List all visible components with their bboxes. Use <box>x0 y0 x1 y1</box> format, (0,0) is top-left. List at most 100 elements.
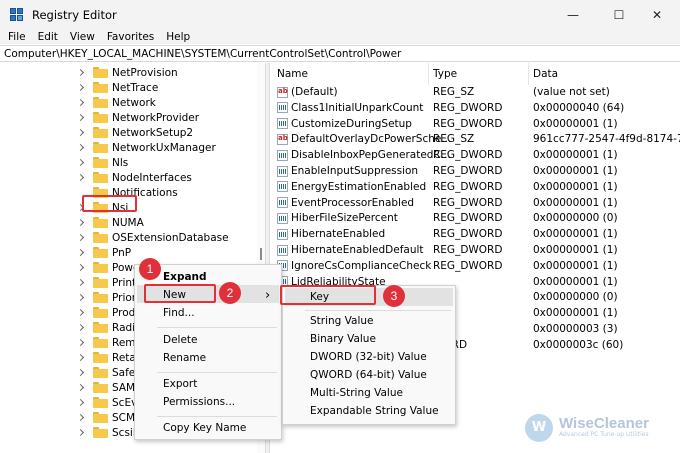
tree-item[interactable]: Network <box>0 95 156 110</box>
value-row[interactable]: CustomizeDuringSetup REG_DWORD 0x00000001 … <box>270 116 680 132</box>
tree-item[interactable]: Produ <box>0 305 142 320</box>
chevron-right-icon[interactable] <box>77 354 85 362</box>
chevron-right-icon[interactable] <box>77 294 85 302</box>
tree-item[interactable]: NodeInterfaces <box>0 170 192 185</box>
registry-editor-icon <box>10 8 24 22</box>
tree-item[interactable]: NetworkUxManager <box>0 140 216 155</box>
menu-favorites[interactable]: Favorites <box>101 31 160 43</box>
submenu-item-multi-string-value[interactable]: Multi-String Value <box>310 384 403 402</box>
column-header-type[interactable]: Type <box>433 68 457 80</box>
minimize-button[interactable]: — <box>550 0 596 30</box>
value-row[interactable]: EnableInputSuppression REG_DWORD 0x0000000… <box>270 163 680 179</box>
value-row[interactable]: DisableInboxPepGeneratedC... REG_DWORD 0x0… <box>270 147 680 163</box>
tree-item[interactable]: NetworkProvider <box>0 110 199 125</box>
chevron-right-icon[interactable] <box>77 369 85 377</box>
chevron-right-icon[interactable] <box>77 84 85 92</box>
chevron-right-icon[interactable] <box>77 99 85 107</box>
menu-file[interactable]: File <box>0 31 32 43</box>
chevron-right-icon[interactable] <box>77 384 85 392</box>
tree-item[interactable]: Priorit <box>0 290 143 305</box>
tree-scrollbar-thumb[interactable] <box>260 248 262 260</box>
tree-item[interactable]: ScsiPo <box>0 425 145 440</box>
value-row[interactable]: HiberFileSizePercent REG_DWORD 0x00000000 … <box>270 210 680 226</box>
menu-item-export[interactable]: Export <box>163 375 197 393</box>
value-type: REG_DWORD <box>433 196 503 209</box>
tree-item[interactable]: PnP <box>0 245 131 260</box>
submenu-item-dword-value[interactable]: DWORD (32-bit) Value <box>310 348 427 366</box>
menu-item-copy-key-name[interactable]: Copy Key Name <box>163 419 246 437</box>
value-data: 0x00000001 (1) <box>533 244 618 256</box>
value-name: IgnoreCsComplianceCheck <box>291 259 432 272</box>
tree-item[interactable]: NetProvision <box>0 65 178 80</box>
value-row[interactable]: DefaultOverlayDcPowerSche...REG_SZ 961cc7… <box>270 131 680 147</box>
close-button[interactable]: ✕ <box>634 0 680 30</box>
value-name-cell: HibernateEnabled <box>277 228 385 240</box>
wisecleaner-watermark: W WiseCleaner Advanced PC Tune-up Utilit… <box>525 405 680 450</box>
column-header-name[interactable]: Name <box>277 68 308 80</box>
chevron-right-icon[interactable] <box>77 249 85 257</box>
tree-item-label: Print <box>112 276 137 289</box>
chevron-right-icon[interactable] <box>77 324 85 332</box>
chevron-right-icon[interactable] <box>77 69 85 77</box>
menu-item-rename[interactable]: Rename <box>163 349 206 367</box>
chevron-right-icon[interactable] <box>77 144 85 152</box>
folder-icon <box>93 232 108 243</box>
tree-item[interactable]: SCMC <box>0 410 142 425</box>
tree-item[interactable]: Print <box>0 275 136 290</box>
value-row[interactable]: EventProcessorEnabled REG_DWORD 0x00000001… <box>270 195 680 211</box>
menu-help[interactable]: Help <box>160 31 196 43</box>
chevron-right-icon[interactable] <box>77 309 85 317</box>
chevron-right-icon[interactable] <box>77 414 85 422</box>
chevron-right-icon[interactable] <box>77 264 85 272</box>
folder-icon <box>93 352 108 363</box>
menu-item-permissions[interactable]: Permissions... <box>163 393 235 411</box>
tree-item[interactable]: Retaill <box>0 350 145 365</box>
submenu-item-expandable-string-value[interactable]: Expandable String Value <box>310 402 439 420</box>
value-name-cell: IgnoreCsComplianceCheck <box>277 260 431 272</box>
value-data: 0x00000001 (1) <box>533 149 618 162</box>
value-row[interactable]: HibernateEnabledDefault REG_DWORD 0x000000… <box>270 242 680 258</box>
menu-view[interactable]: View <box>64 31 101 43</box>
column-divider[interactable] <box>428 63 429 85</box>
chevron-right-icon[interactable] <box>77 114 85 122</box>
submenu-item-string-value[interactable]: String Value <box>310 312 374 330</box>
value-row[interactable]: IgnoreCsComplianceCheck REG_DWORD 0x000000… <box>270 258 680 274</box>
folder-icon <box>93 397 108 408</box>
chevron-right-icon[interactable] <box>77 429 85 437</box>
chevron-right-icon[interactable] <box>77 174 85 182</box>
address-bar[interactable]: Computer\HKEY_LOCAL_MACHINE\SYSTEM\Curre… <box>0 45 680 62</box>
chevron-right-icon[interactable] <box>77 339 85 347</box>
chevron-right-icon[interactable] <box>77 219 85 227</box>
value-row[interactable]: HibernateEnabled REG_DWORD 0x00000001 (1) <box>270 226 680 242</box>
value-name: EnableInputSuppression <box>291 165 419 177</box>
tree-item[interactable]: SafeB <box>0 365 142 380</box>
menu-item-delete[interactable]: Delete <box>163 331 198 349</box>
tree-item[interactable]: Nls <box>0 155 128 170</box>
tree-item[interactable]: ScEve <box>0 395 144 410</box>
chevron-right-icon[interactable] <box>77 129 85 137</box>
menu-item-find[interactable]: Find... <box>163 304 195 322</box>
column-header-data[interactable]: Data <box>533 68 558 80</box>
value-data: 0x00000001 (1) <box>533 228 618 241</box>
chevron-right-icon[interactable] <box>77 279 85 287</box>
value-row[interactable]: Class1InitialUnparkCount REG_DWORD 0x00000… <box>270 100 680 116</box>
tree-item[interactable]: OSExtensionDatabase <box>0 230 229 245</box>
value-row[interactable]: (Default) REG_SZ (value not set) <box>270 84 680 100</box>
tree-item[interactable]: Power <box>0 260 144 275</box>
folder-icon <box>93 337 108 348</box>
tree-item[interactable]: NetworkSetup2 <box>0 125 193 140</box>
tree-item[interactable]: Remo <box>0 335 142 350</box>
tree-item[interactable]: SAM <box>0 380 135 395</box>
submenu-item-qword-value[interactable]: QWORD (64-bit) Value <box>310 366 427 384</box>
value-row[interactable]: EnergyEstimationEnabled REG_DWORD 0x000000… <box>270 179 680 195</box>
tree-item[interactable]: NetTrace <box>0 80 158 95</box>
column-divider[interactable] <box>528 63 529 85</box>
chevron-right-icon[interactable] <box>77 159 85 167</box>
tree-item[interactable]: Radio <box>0 320 142 335</box>
folder-icon <box>93 322 108 333</box>
submenu-item-binary-value[interactable]: Binary Value <box>310 330 376 348</box>
chevron-right-icon[interactable] <box>77 399 85 407</box>
menu-edit[interactable]: Edit <box>32 31 64 43</box>
chevron-right-icon[interactable] <box>77 234 85 242</box>
tree-item[interactable]: NUMA <box>0 215 144 230</box>
